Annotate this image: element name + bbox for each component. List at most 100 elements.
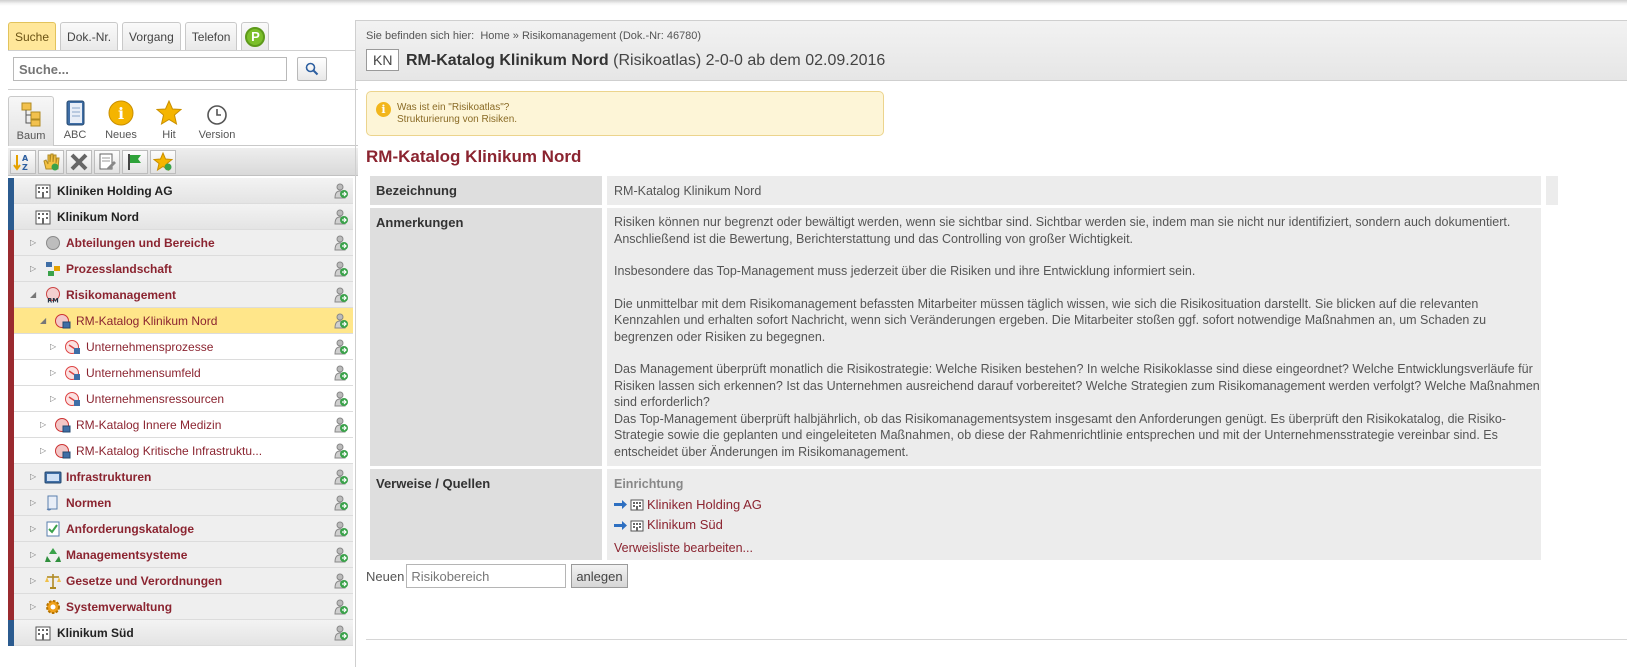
tree-node[interactable]: Kliniken Holding AG [8,178,353,204]
view-baum[interactable]: Baum [8,96,54,146]
hand-icon [43,153,60,171]
create-button[interactable]: anlegen [571,564,628,588]
sort-az-button[interactable]: AZ [10,150,36,174]
open-node-icon[interactable] [333,442,349,463]
search-button[interactable] [297,57,327,81]
collapsed-arrow-icon[interactable]: ▷ [30,524,36,533]
anmerkungen-paragraph: Die unmittelbar mit dem Risikomanagement… [614,296,1487,344]
expanded-arrow-icon[interactable]: ◢ [30,290,36,299]
tree-node[interactable]: ▷ Prozesslandschaft [8,256,353,282]
collapsed-arrow-icon[interactable]: ▷ [30,238,36,247]
reference-link[interactable]: Kliniken Holding AG [614,497,1541,514]
tab-suche[interactable]: Suche [8,22,57,50]
open-node-icon[interactable] [333,624,349,645]
tab-vorgang[interactable]: Vorgang [122,22,181,50]
open-node-icon[interactable] [333,416,349,437]
breadcrumb: Sie befinden sich hier: Home » Risikoman… [366,30,701,42]
breadcrumb-home[interactable]: Home [480,30,509,42]
document-name: RM-Katalog Klinikum Nord [406,52,609,69]
tree-node-label: Unternehmensressourcen [86,392,225,406]
new-label: Neuen [366,568,405,584]
tree-node[interactable]: ▷ RM-Katalog Kritische Infrastruktu... [8,438,353,464]
collapsed-arrow-icon[interactable]: ▷ [30,602,36,611]
new-type-input[interactable] [406,564,567,588]
delete-button[interactable] [66,150,92,174]
reference-link[interactable]: Klinikum Süd [614,517,1541,534]
collapsed-arrow-icon[interactable]: ▷ [30,264,36,273]
view-abc[interactable]: ABC [52,96,98,146]
tree-node[interactable]: ▷ Systemverwaltung [8,594,353,620]
expanded-arrow-icon[interactable]: ◢ [40,316,46,325]
tree-node[interactable]: ▷ Abteilungen und Bereiche [8,230,353,256]
open-node-icon[interactable] [333,312,349,333]
risk-catalog-icon [54,312,72,330]
reference-label: Kliniken Holding AG [647,496,762,512]
tree-node[interactable]: ▷ Gesetze und Verordnungen [8,568,353,594]
tree-node[interactable]: ▷ Anforderungskataloge [8,516,353,542]
tree-node[interactable]: ◢ RM Risikomanagement [8,282,353,308]
hand-button[interactable] [38,150,64,174]
document-title: RM-Katalog Klinikum Nord (Risikoatlas) 2… [406,52,885,70]
collapsed-arrow-icon[interactable]: ▷ [30,576,36,585]
tree-node[interactable]: ▷ Unternehmensressourcen [8,386,353,412]
tree-node-label: RM-Katalog Kritische Infrastruktu... [76,444,263,458]
collapsed-arrow-icon[interactable]: ▷ [50,368,56,377]
open-node-icon[interactable] [333,338,349,359]
collapsed-arrow-icon[interactable]: ▷ [30,472,36,481]
tree-node[interactable]: ▷ RM-Katalog Innere Medizin [8,412,353,438]
search-input[interactable] [13,57,287,81]
collapsed-arrow-icon[interactable]: ▷ [50,342,56,351]
tree-node[interactable]: ▷ Infrastrukturen [8,464,353,490]
view-neues[interactable]: i Neues [98,96,144,146]
edit-references-link[interactable]: Verweisliste bearbeiten... [614,540,1541,557]
open-node-icon[interactable] [333,520,349,541]
view-hit[interactable]: Hit [146,96,192,146]
collapsed-arrow-icon[interactable]: ▷ [30,550,36,559]
norm-icon [44,494,62,512]
open-node-icon[interactable] [333,468,349,489]
document-type: (Risikoatlas) [613,52,702,69]
building-icon [34,182,52,200]
tree-node[interactable]: ▷ Normen [8,490,353,516]
open-node-icon[interactable] [333,598,349,619]
open-node-icon[interactable] [333,572,349,593]
flag-button[interactable] [122,150,148,174]
main-content-panel: Sie befinden sich hier: Home » Risikoman… [355,20,1627,667]
tree-level-bar [8,516,14,542]
view-version[interactable]: Version [194,96,240,146]
tab-telefon[interactable]: Telefon [184,22,238,50]
tree-node[interactable]: ◢ RM-Katalog Klinikum Nord [8,308,353,334]
open-node-icon[interactable] [333,234,349,255]
open-node-icon[interactable] [333,208,349,229]
open-node-icon[interactable] [333,546,349,567]
collapsed-arrow-icon[interactable]: ▷ [30,498,36,507]
tree-node[interactable]: Klinikum Nord [8,204,353,230]
collapsed-arrow-icon[interactable]: ▷ [40,420,46,429]
reference-label: Klinikum Süd [647,517,723,532]
tree-node[interactable]: ▷ Unternehmensumfeld [8,360,353,386]
new-entry-row: Neuen anlegen [366,564,628,588]
tree-node[interactable]: ▷ Managementsysteme [8,542,353,568]
tree-node[interactable]: ▷ Unternehmensprozesse [8,334,353,360]
collapsed-arrow-icon[interactable]: ▷ [50,394,56,403]
breadcrumb-current[interactable]: Risikomanagement (Dok.-Nr: 46780) [522,30,701,42]
tree-node-label: Abteilungen und Bereiche [66,236,215,250]
risk-area-icon [64,338,82,356]
open-node-icon[interactable] [333,494,349,515]
anmerkungen-value: Risiken können nur begrenzt oder bewälti… [607,208,1541,466]
edit-document-button[interactable] [94,150,120,174]
tab-p[interactable]: P [241,22,270,50]
notebook-icon [66,100,85,126]
tree-toolbar: AZ [8,148,358,176]
info-icon: i [108,100,134,126]
tab-dok-nr[interactable]: Dok.-Nr. [60,22,119,50]
left-navigation-panel: Suche Dok.-Nr. Vorgang Telefon P Baum AB… [8,22,358,667]
favorite-button[interactable] [150,150,176,174]
open-node-icon[interactable] [333,364,349,385]
collapsed-arrow-icon[interactable]: ▷ [40,446,46,455]
open-node-icon[interactable] [333,260,349,281]
tree-node[interactable]: Klinikum Süd [8,620,353,646]
open-node-icon[interactable] [333,390,349,411]
open-node-icon[interactable] [333,182,349,203]
open-node-icon[interactable] [333,286,349,307]
